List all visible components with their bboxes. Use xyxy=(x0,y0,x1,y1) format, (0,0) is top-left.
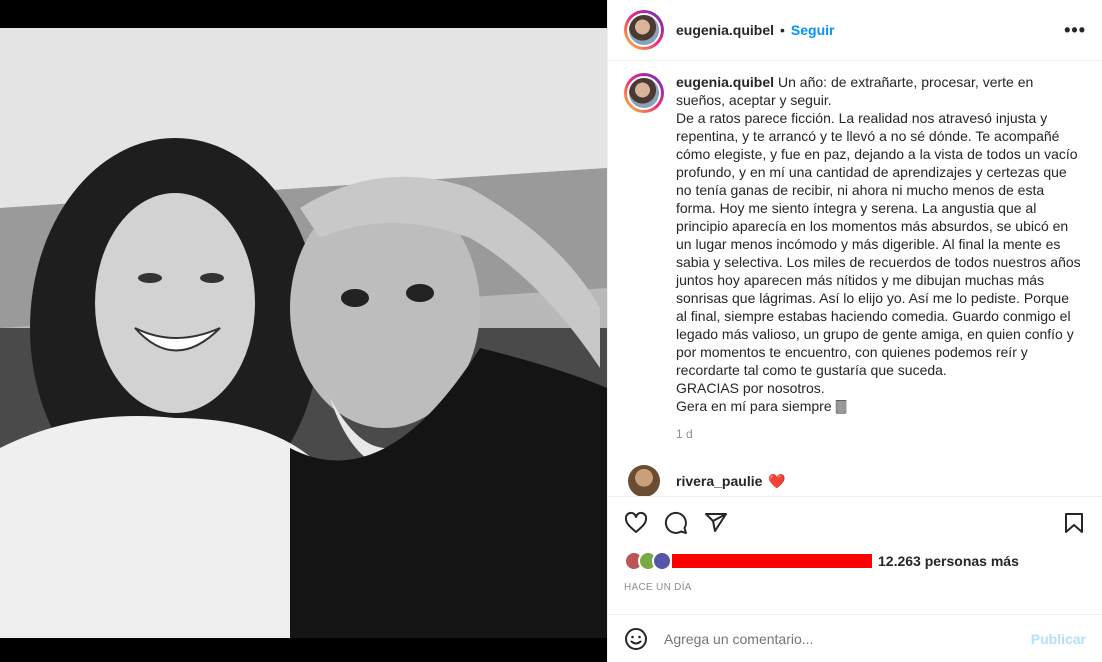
post-details-panel: eugenia.quibel • Seguir ••• eugenia.quib… xyxy=(607,0,1102,662)
caption-body: eugenia.quibel Un año: de extrañarte, pro… xyxy=(676,73,1083,443)
avatar xyxy=(627,13,661,47)
comment-icon[interactable] xyxy=(664,511,688,535)
action-bar xyxy=(608,496,1102,548)
post-comment-button[interactable]: Publicar xyxy=(1031,631,1086,647)
likes-count[interactable]: 12.263 personas más xyxy=(878,553,1019,569)
redaction-bar xyxy=(672,554,872,568)
liker-avatars xyxy=(624,551,672,571)
caption-text: Un año: de extrañarte, procesar, verte e… xyxy=(676,74,1081,414)
list-item: rivera_paulie ❤️ xyxy=(624,465,1086,496)
post-photo-area xyxy=(0,0,607,662)
photo-illustration xyxy=(0,28,607,638)
commenter-username[interactable]: rivera_paulie xyxy=(676,473,762,489)
post-timestamp[interactable]: Hace un día xyxy=(624,582,692,593)
caption-avatar-ring[interactable] xyxy=(624,73,664,113)
heart-emoji: ❤️ xyxy=(768,472,786,489)
avatar xyxy=(627,76,661,110)
caption-username[interactable]: eugenia.quibel xyxy=(676,74,774,90)
caption: eugenia.quibel Un año: de extrañarte, pro… xyxy=(624,73,1086,443)
add-comment-bar: Publicar xyxy=(608,614,1102,662)
smiley-icon[interactable] xyxy=(624,627,648,651)
bookmark-icon[interactable] xyxy=(1062,511,1086,535)
separator-dot: • xyxy=(780,22,785,38)
caption-time[interactable]: 1 d xyxy=(676,425,1083,443)
more-options-icon[interactable]: ••• xyxy=(1064,20,1086,41)
comment-input[interactable] xyxy=(664,630,1031,647)
likes-row[interactable]: 12.263 personas más xyxy=(624,548,1086,574)
comments-section[interactable]: eugenia.quibel Un año: de extrañarte, pro… xyxy=(608,61,1102,496)
commenter-avatar[interactable] xyxy=(628,465,660,496)
post-photo[interactable] xyxy=(0,28,607,638)
author-avatar-ring[interactable] xyxy=(624,10,664,50)
follow-button[interactable]: Seguir xyxy=(791,22,835,38)
author-username[interactable]: eugenia.quibel xyxy=(676,22,774,38)
post-header: eugenia.quibel • Seguir ••• xyxy=(608,0,1102,61)
avatar xyxy=(652,551,672,571)
heart-icon[interactable] xyxy=(624,511,648,535)
share-icon[interactable] xyxy=(704,511,728,535)
